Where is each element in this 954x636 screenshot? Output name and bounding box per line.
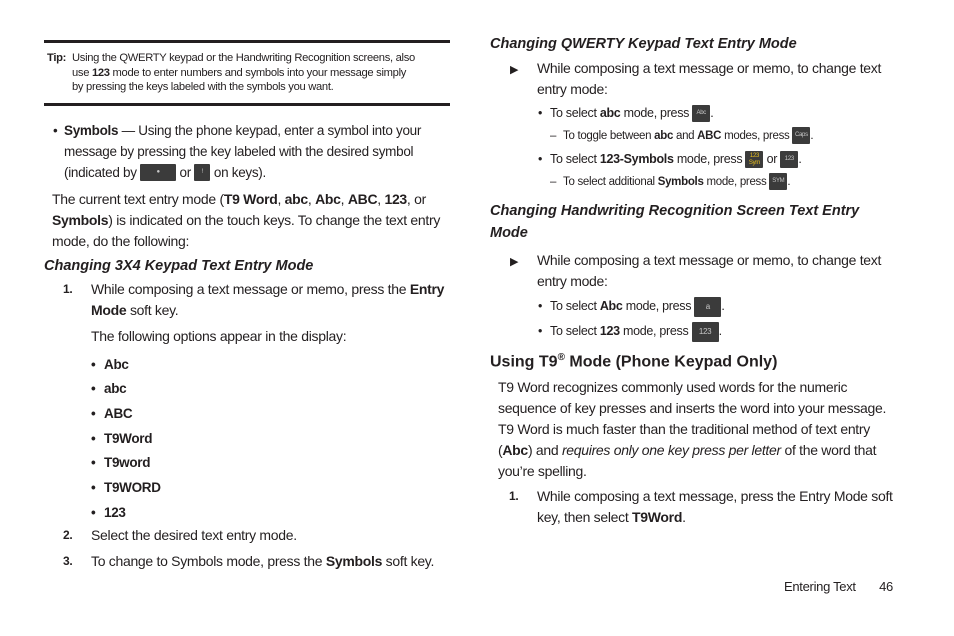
123-key-icon: 123 [691,321,719,342]
123-sym-key-icon: 123 Sym [745,151,764,169]
tip-text: Using the QWERTY keypad or the Handwriti… [72,52,415,93]
t9-step-1: 1. While composing a text message, press… [509,488,893,526]
qwerty-sym-item: – To select additional Symbols mode, pres… [490,171,900,194]
page-footer: Entering Text 46 [784,579,893,594]
tip-box: Tip: Using the QWERTY keypad or the Hand… [44,40,450,106]
abc-key-icon: Abc [692,105,711,123]
tip-label: Tip: [47,52,67,64]
symbols-term: Symbols [64,122,119,138]
options-list: • Abc • abc • ABC • T9Word • T9word • T9WORD •… [44,353,450,526]
heading-handwriting: Changing Handwriting Recognition Screen … [490,203,860,241]
handwriting-intro: ▶ While composing a text message or memo… [510,252,882,289]
heading-qwerty: Changing QWERTY Keypad Text Entry Mode [490,36,797,52]
option-item: • Abc [91,356,129,372]
options-intro: The following options appear in the disp… [91,327,347,344]
step-1: 1. While composing a text message or mem… [63,280,445,318]
arrow-icon: ▶ [510,64,519,76]
option-item: • abc [91,381,127,397]
footer-section-title: Entering Text [784,579,856,594]
option-item: • ABC [91,405,133,421]
left-column: Tip: Using the QWERTY keypad or the Hand… [44,40,450,577]
sym-key-icon: SYM [769,173,788,191]
t9-paragraph-2: T9 Word is much faster than the traditio… [498,421,877,480]
qwerty-intro: ▶ While composing a text message or memo… [510,60,882,97]
right-column: Changing QWERTY Keypad Text Entry Mode ▶… [490,34,900,533]
exclamation-key-icon: ! [194,164,211,182]
option-item: • T9WORD [91,480,161,496]
t9-paragraph-1: T9 Word recognizes commonly used words f… [498,379,887,417]
bullet-icon: • [53,122,58,138]
handwriting-123-item: • To select 123 mode, press 123. [490,319,900,344]
step-2: 2. Select the desired text entry mode. [63,527,297,544]
step-3: 3. To change to Symbols mode, press the … [63,553,435,570]
option-item: • 123 [91,504,126,520]
heading-t9: Using T9® Mode (Phone Keypad Only) [490,352,778,371]
qwerty-123sym-item: • To select 123-Symbols mode, press 123 S… [538,151,802,169]
symbol-key-icon: ● [140,164,177,182]
option-item: • T9word [91,455,151,471]
caps-key-icon: Caps [792,127,811,145]
arrow-icon: ▶ [510,256,519,268]
qwerty-caps-item: – To toggle between abc and ABC modes, pr… [490,125,900,148]
current-mode-paragraph: The current text entry mode (T9 Word, ab… [52,190,441,249]
heading-3x4: Changing 3X4 Keypad Text Entry Mode [44,257,314,274]
handwriting-abc-item: • To select Abc mode, press a. [490,294,900,319]
option-item: • T9Word [91,430,153,446]
page-number: 46 [879,579,893,594]
symbols-bullet: • Symbols — Using the phone keypad, ente… [44,120,450,183]
qwerty-abc-item: • To select abc mode, press Abc. [490,102,900,125]
123-key-icon: 123 [780,151,799,169]
a-key-icon: a [694,296,722,317]
